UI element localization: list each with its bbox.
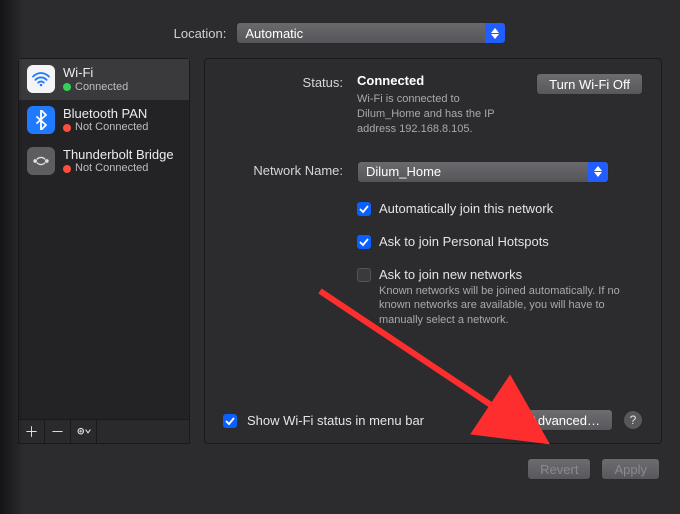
sidebar-item-wifi[interactable]: Wi-Fi Connected — [19, 59, 189, 100]
help-button[interactable]: ? — [623, 410, 643, 430]
advanced-button[interactable]: Advanced… — [516, 409, 613, 431]
add-button[interactable]: ＋ — [19, 420, 45, 443]
sidebar-item-label: Bluetooth PAN — [63, 106, 148, 122]
status-description: Wi-Fi is connected to Dilum_Home and has… — [357, 92, 524, 137]
chevron-up-down-icon — [485, 23, 505, 43]
network-name-label: Network Name: — [223, 161, 343, 178]
status-dot-icon — [63, 83, 71, 91]
chevron-up-down-icon — [588, 162, 608, 182]
status-label: Status: — [223, 73, 343, 90]
detail-panel: Status: Connected Wi-Fi is connected to … — [204, 58, 662, 444]
hotspots-checkbox[interactable] — [357, 235, 371, 249]
hotspots-label: Ask to join Personal Hotspots — [379, 234, 549, 249]
new-networks-label: Ask to join new networks — [379, 267, 522, 282]
menubar-checkbox[interactable] — [223, 414, 237, 428]
apply-button[interactable]: Apply — [601, 458, 660, 480]
wifi-icon — [27, 65, 55, 93]
sidebar-item-thunderbolt[interactable]: Thunderbolt Bridge Not Connected — [19, 141, 189, 182]
sidebar-toolbar: ＋ － — [19, 419, 189, 443]
new-networks-description: Known networks will be joined automatica… — [379, 284, 639, 329]
menubar-label: Show Wi-Fi status in menu bar — [247, 413, 424, 428]
status-dot-icon — [63, 124, 71, 132]
location-select[interactable]: Automatic — [236, 22, 506, 44]
wifi-toggle-button[interactable]: Turn Wi-Fi Off — [536, 73, 643, 95]
thunderbolt-icon — [27, 147, 55, 175]
location-label: Location: — [174, 26, 227, 41]
auto-join-checkbox[interactable] — [357, 202, 371, 216]
sidebar-item-label: Wi-Fi — [63, 65, 128, 81]
network-sidebar: Wi-Fi Connected Bluetooth PAN Not Connec… — [18, 58, 190, 444]
remove-button[interactable]: － — [45, 420, 71, 443]
status-value: Connected — [357, 73, 524, 88]
network-name-value: Dilum_Home — [366, 164, 441, 179]
new-networks-checkbox[interactable] — [357, 268, 371, 282]
network-name-select[interactable]: Dilum_Home — [357, 161, 609, 183]
status-dot-icon — [63, 165, 71, 173]
bluetooth-icon — [27, 106, 55, 134]
action-menu-button[interactable] — [71, 420, 97, 443]
auto-join-label: Automatically join this network — [379, 201, 553, 216]
location-value: Automatic — [245, 26, 303, 41]
sidebar-item-label: Thunderbolt Bridge — [63, 147, 174, 163]
revert-button[interactable]: Revert — [527, 458, 591, 480]
sidebar-item-bluetooth[interactable]: Bluetooth PAN Not Connected — [19, 100, 189, 141]
